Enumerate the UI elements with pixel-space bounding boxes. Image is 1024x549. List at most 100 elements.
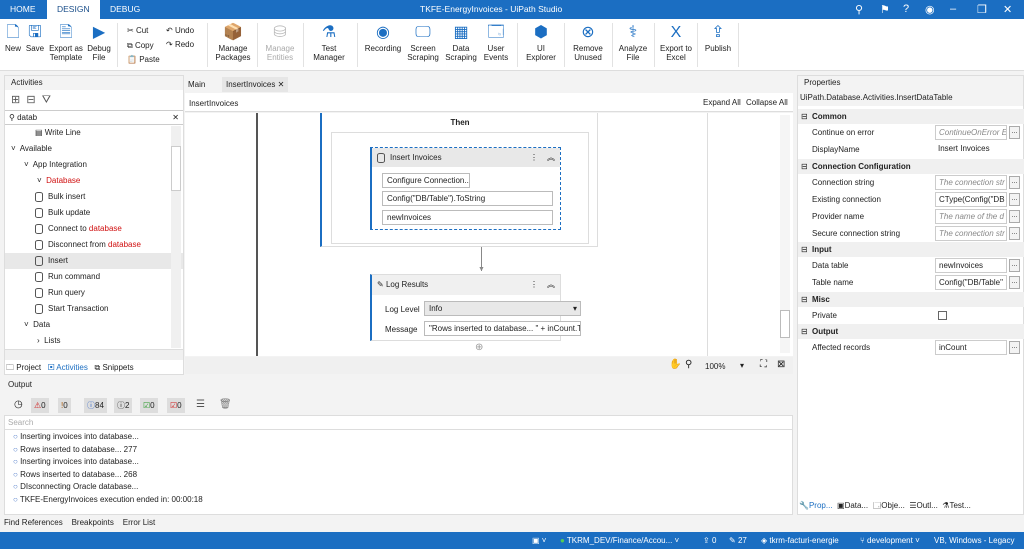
- tree-item[interactable]: Run query: [5, 285, 183, 301]
- tab-snippets[interactable]: ⧉ Snippets: [95, 363, 134, 372]
- user-events-button[interactable]: 🗔 User Events: [481, 22, 511, 62]
- tree-item[interactable]: Insert: [5, 253, 183, 269]
- ui-explorer-button[interactable]: ⬢ UI Explorer: [523, 22, 559, 62]
- clock-icon[interactable]: ◷: [14, 399, 23, 410]
- output-line[interactable]: Rows inserted to database... 277: [5, 444, 792, 457]
- redo-button[interactable]: ↷ Redo: [166, 40, 194, 49]
- close-icon[interactable]: ✕: [1003, 3, 1012, 16]
- activities-hscrollbar[interactable]: [5, 349, 183, 360]
- tab-activities[interactable]: ▣ Activities: [48, 363, 88, 372]
- hand-icon[interactable]: ✋: [669, 359, 681, 370]
- manage-entities-button[interactable]: ⛁ Manage Entities: [262, 22, 298, 62]
- minimize-icon[interactable]: –: [950, 3, 956, 15]
- cut-button[interactable]: ✂ Cut: [127, 26, 148, 35]
- undo-button[interactable]: ↶ Undo: [166, 26, 194, 35]
- log-results-activity[interactable]: ✎ Log Results ⋮ ︽ Log Level Info ▾ Message …: [370, 274, 581, 341]
- canvas-scrollbar[interactable]: [780, 115, 790, 353]
- tab-home[interactable]: HOME: [0, 0, 46, 19]
- prop-input[interactable]: newInvoices: [935, 258, 1007, 273]
- ellipsis-button[interactable]: ...: [1009, 176, 1020, 189]
- tree-item[interactable]: Run command: [5, 269, 183, 285]
- prop-input[interactable]: CType(Config("DB: [935, 192, 1007, 207]
- tab-error-list[interactable]: Error List: [123, 518, 155, 527]
- manage-packages-button[interactable]: 📦 Manage Packages: [214, 22, 252, 62]
- remove-unused-button[interactable]: ⊗ Remove Unused: [569, 22, 607, 62]
- category-output[interactable]: Output: [798, 324, 1024, 339]
- tree-item[interactable]: Disconnect from database: [5, 237, 183, 253]
- paste-button[interactable]: 📋 Paste: [127, 55, 160, 64]
- test-manager-button[interactable]: ⚗ Test Manager: [308, 22, 350, 62]
- copy-button[interactable]: ⧉ Copy: [127, 41, 154, 51]
- fit-screen-icon[interactable]: ⛶: [760, 359, 767, 370]
- prop-input[interactable]: Config("DB/Table": [935, 275, 1007, 290]
- debug-file-button[interactable]: ▶ Debug File: [86, 22, 112, 62]
- restore-icon[interactable]: ❐: [977, 3, 987, 16]
- zoom-dropdown-icon[interactable]: ▾: [740, 361, 744, 370]
- prop-input[interactable]: The connection str: [935, 175, 1007, 190]
- failed-filter[interactable]: ☑0: [167, 398, 185, 413]
- activities-search-input[interactable]: datab: [17, 113, 37, 122]
- tree-item[interactable]: ˅ App Integration: [5, 157, 183, 173]
- add-activity-icon[interactable]: ⊕: [475, 342, 483, 353]
- collapse-all-link[interactable]: Collapse All: [746, 98, 788, 107]
- ellipsis-button[interactable]: ...: [1009, 341, 1020, 354]
- tab-design[interactable]: DESIGN: [47, 0, 100, 19]
- ellipsis-button[interactable]: ...: [1009, 126, 1020, 139]
- output-line[interactable]: Inserting invoices into database...: [5, 456, 792, 469]
- filter-list-icon[interactable]: ☰: [196, 399, 205, 410]
- tree-item[interactable]: › Lists: [5, 333, 183, 349]
- screen-scraping-button[interactable]: 🖵 Screen Scraping: [406, 22, 440, 62]
- insert-invoices-activity[interactable]: Insert Invoices ⋮ ︽ Configure Connection..…: [370, 147, 561, 230]
- orchestrator-folder[interactable]: ● TKRM_DEV/Finance/Accou... ˅: [560, 532, 679, 549]
- ellipsis-button[interactable]: ...: [1009, 193, 1020, 206]
- help-icon[interactable]: ?: [903, 3, 909, 15]
- expand-all-icon[interactable]: ⊞: [11, 94, 20, 106]
- new-button[interactable]: 🗋 New: [3, 22, 23, 53]
- tree-item[interactable]: ˅ Database: [5, 173, 183, 189]
- prop-input[interactable]: The name of the d: [935, 209, 1007, 224]
- category-input[interactable]: Input: [798, 242, 1024, 257]
- tab-find-references[interactable]: Find References: [4, 518, 63, 527]
- warnings-filter[interactable]: !0: [58, 398, 71, 413]
- trace-filter[interactable]: ⓘ2: [114, 398, 133, 413]
- output-line[interactable]: TKFE-EnergyInvoices execution ended in: …: [5, 494, 792, 507]
- table-name-field[interactable]: Config("DB/Table").ToString: [382, 191, 553, 206]
- activities-scrollbar[interactable]: [171, 126, 181, 348]
- category-common[interactable]: Common: [798, 109, 1024, 124]
- tab-insertinvoices[interactable]: InsertInvoices ✕: [222, 77, 289, 92]
- tab-properties[interactable]: 🔧Prop...: [799, 501, 833, 510]
- prop-input[interactable]: ContinueOnError E: [935, 125, 1007, 140]
- log-level-select[interactable]: Info ▾: [424, 301, 581, 316]
- collapse-icon[interactable]: ︽: [547, 148, 555, 167]
- ellipsis-button[interactable]: ...: [1009, 210, 1020, 223]
- language-status[interactable]: VB, Windows - Legacy: [934, 532, 1014, 549]
- project-status[interactable]: ◈ tkrm-facturi-energie: [761, 532, 839, 549]
- save-button[interactable]: 🖫 Save: [24, 22, 46, 53]
- branch-status[interactable]: ⑂ development ˅: [860, 532, 920, 549]
- output-line[interactable]: DIsconnecting Oracle database...: [5, 481, 792, 494]
- success-filter[interactable]: ☑0: [140, 398, 158, 413]
- export-template-button[interactable]: 🗎 Export as Template: [48, 22, 84, 62]
- filter-icon[interactable]: ⛛: [42, 94, 51, 106]
- prop-input[interactable]: Insert Invoices: [935, 142, 1020, 157]
- export-excel-button[interactable]: X Export to Excel: [659, 22, 693, 62]
- zoom-level[interactable]: 100%: [705, 362, 725, 371]
- recording-button[interactable]: ◉ Recording: [362, 22, 404, 53]
- expand-all-link[interactable]: Expand All: [703, 98, 741, 107]
- tree-item[interactable]: Start Transaction: [5, 301, 183, 317]
- collapse-all-icon[interactable]: ⊟: [26, 94, 35, 106]
- activities-search[interactable]: ⚲ datab ✕: [5, 110, 183, 125]
- tab-data[interactable]: ▣Data...: [837, 501, 868, 510]
- tab-test[interactable]: ⚗Test...: [942, 501, 971, 510]
- tree-item[interactable]: Connect to database: [5, 221, 183, 237]
- more-icon[interactable]: ⋮: [530, 148, 538, 167]
- orchestrator-icon[interactable]: ▣ ˅: [532, 532, 546, 549]
- tab-debug[interactable]: DEBUG: [100, 0, 150, 19]
- feedback-icon[interactable]: ⚑: [880, 3, 890, 16]
- output-line[interactable]: Rows inserted to database... 268: [5, 469, 792, 482]
- data-scraping-button[interactable]: ▦ Data Scraping: [444, 22, 478, 62]
- account-icon[interactable]: ◉: [925, 3, 935, 16]
- tree-item[interactable]: ˅ Available: [5, 141, 183, 157]
- ellipsis-button[interactable]: ...: [1009, 276, 1020, 289]
- tab-objects[interactable]: 🗔Obje...: [873, 501, 905, 510]
